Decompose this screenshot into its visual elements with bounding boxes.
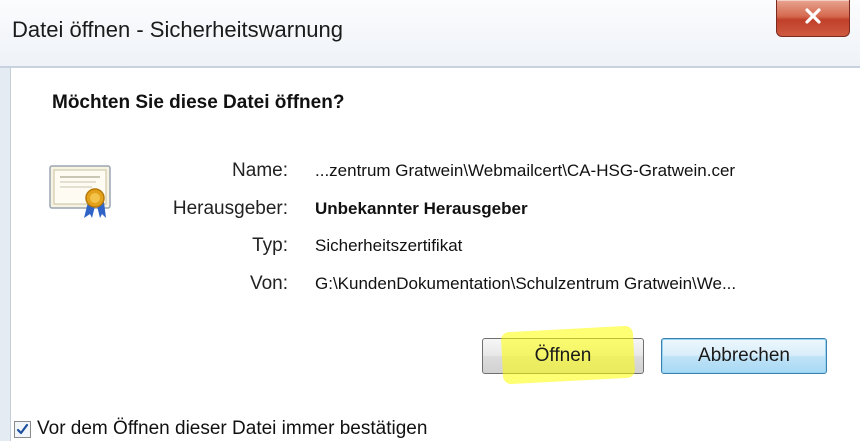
publisher-value: Unbekannter Herausgeber <box>315 199 528 218</box>
cancel-button[interactable]: Abbrechen <box>661 338 827 374</box>
title-bar[interactable]: Datei öffnen - Sicherheitswarnung <box>0 0 860 68</box>
dialog-question: Möchten Sie diese Datei öffnen? <box>52 92 345 113</box>
window-title: Datei öffnen - Sicherheitswarnung <box>12 17 344 42</box>
name-label: Name: <box>232 160 288 181</box>
always-confirm-checkbox[interactable] <box>14 420 31 438</box>
name-value: ...zentrum Gratwein\Webmailcert\CA-HSG-G… <box>315 161 736 180</box>
open-button[interactable]: Öffnen <box>482 338 644 374</box>
publisher-label: Herausgeber: <box>172 198 288 219</box>
open-button-label: Öffnen <box>534 345 592 366</box>
source-value: G:\KundenDokumentation\Schulzentrum Grat… <box>315 274 737 293</box>
close-icon <box>805 8 821 24</box>
checkmark-icon <box>16 423 29 434</box>
close-button[interactable] <box>776 0 850 37</box>
type-value: Sicherheitszertifikat <box>315 236 463 255</box>
type-label: Typ: <box>252 235 288 256</box>
always-confirm-label: Vor dem Öffnen dieser Datei immer bestät… <box>37 418 428 439</box>
source-label: Von: <box>249 273 288 294</box>
always-confirm-option[interactable]: Vor dem Öffnen dieser Datei immer bestät… <box>14 417 427 441</box>
certificate-icon <box>49 165 111 218</box>
cancel-button-label: Abbrechen <box>698 345 790 366</box>
window-frame-left <box>0 68 11 441</box>
